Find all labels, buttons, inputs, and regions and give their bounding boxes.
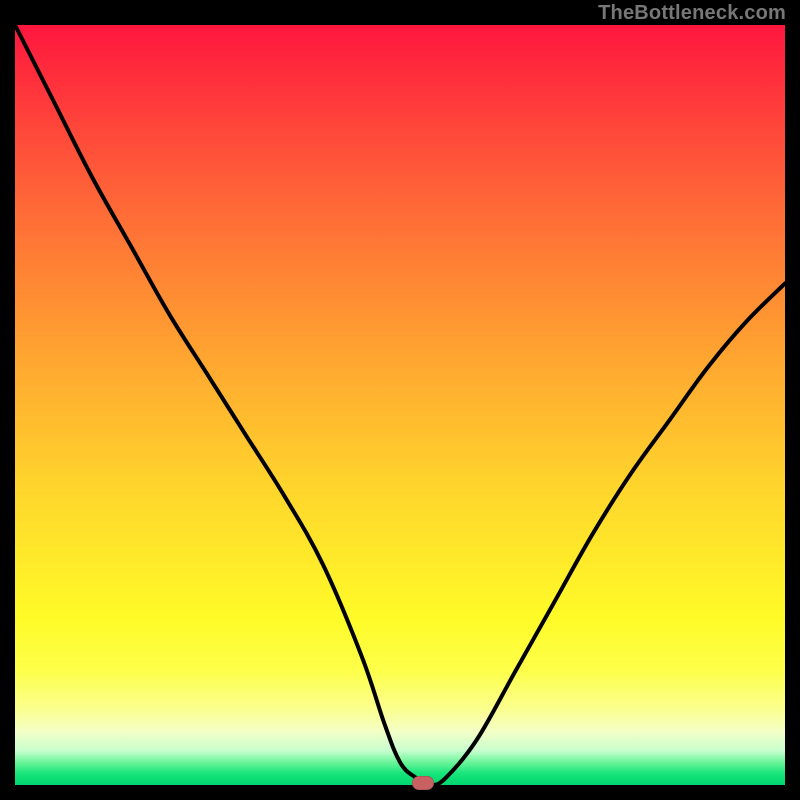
optimal-marker <box>412 776 434 790</box>
bottleneck-curve <box>15 25 785 785</box>
chart-stage: TheBottleneck.com <box>0 0 800 800</box>
watermark-text: TheBottleneck.com <box>598 2 786 25</box>
plot-area <box>15 25 785 785</box>
